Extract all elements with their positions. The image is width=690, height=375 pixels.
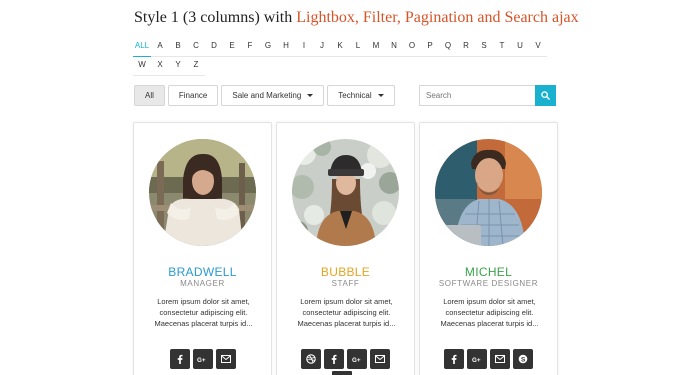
caret-down-icon (307, 94, 314, 97)
facebook-icon[interactable] (324, 349, 344, 369)
title-prefix: Style 1 (3 columns) with (134, 9, 297, 26)
alpha-y[interactable]: Y (169, 58, 187, 76)
alpha-t[interactable]: T (493, 39, 511, 57)
alpha-all[interactable]: ALL (133, 39, 151, 57)
alpha-p[interactable]: P (421, 39, 439, 57)
alpha-n[interactable]: N (385, 39, 403, 57)
alpha-q[interactable]: Q (439, 39, 457, 57)
alpha-r[interactable]: R (457, 39, 475, 57)
team-card[interactable]: MICHEL SOFTWARE DESIGNER Lorem ipsum dol… (419, 122, 558, 375)
social-links: G+ (134, 349, 271, 369)
filter-sales-label: Sale and Marketing (232, 91, 302, 100)
svg-text:S: S (521, 356, 526, 363)
dribbble-icon[interactable] (301, 349, 321, 369)
facebook-icon[interactable] (444, 349, 464, 369)
filter-all-label: All (145, 91, 154, 100)
member-name[interactable]: BRADWELL (134, 265, 271, 279)
alpha-a[interactable]: A (151, 39, 169, 57)
search-icon (541, 91, 550, 100)
pagination-button[interactable] (332, 371, 352, 375)
search-button[interactable] (535, 85, 556, 106)
email-icon[interactable] (370, 349, 390, 369)
email-icon[interactable] (490, 349, 510, 369)
member-description: Lorem ipsum dolor sit amet, consectetur … (154, 297, 253, 328)
category-filters: All Finance Sale and Marketing Technical (134, 85, 395, 106)
alpha-w[interactable]: W (133, 58, 151, 76)
social-links: G+ (277, 349, 414, 369)
alpha-s[interactable]: S (475, 39, 493, 57)
title-highlight: Lightbox, Filter, Pagination and Search … (296, 9, 579, 26)
alpha-o[interactable]: O (403, 39, 421, 57)
google-plus-icon[interactable]: G+ (347, 349, 367, 369)
alpha-u[interactable]: U (511, 39, 529, 57)
alpha-i[interactable]: I (295, 39, 313, 57)
alpha-d[interactable]: D (205, 39, 223, 57)
alpha-k[interactable]: K (331, 39, 349, 57)
team-card[interactable]: BRADWELL MANAGER Lorem ipsum dolor sit a… (133, 122, 272, 375)
alpha-h[interactable]: H (277, 39, 295, 57)
filter-technical-label: Technical (338, 91, 372, 100)
svg-text:G+: G+ (472, 356, 481, 363)
page-title: Style 1 (3 columns) with Lightbox, Filte… (134, 9, 579, 27)
alpha-g[interactable]: G (259, 39, 277, 57)
svg-text:G+: G+ (197, 356, 206, 363)
alpha-x[interactable]: X (151, 58, 169, 76)
member-role: STAFF (331, 279, 360, 288)
email-icon[interactable] (215, 349, 236, 369)
search-box (419, 85, 556, 106)
alpha-f[interactable]: F (241, 39, 259, 57)
member-description: Lorem ipsum dolor sit amet, consectetur … (297, 297, 396, 328)
filter-finance-label: Finance (178, 91, 208, 100)
member-role: SOFTWARE DESIGNER (438, 279, 539, 288)
google-plus-icon[interactable]: G+ (467, 349, 487, 369)
google-plus-icon[interactable]: G+ (192, 349, 213, 369)
filter-sales-dropdown[interactable]: Sale and Marketing (221, 85, 325, 106)
member-role: MANAGER (180, 279, 225, 288)
alpha-c[interactable]: C (187, 39, 205, 57)
alpha-v[interactable]: V (529, 39, 547, 57)
alpha-z[interactable]: Z (187, 58, 205, 76)
profile-photo[interactable] (292, 139, 399, 246)
filter-finance-button[interactable]: Finance (167, 85, 219, 106)
filter-all-button[interactable]: All (134, 85, 165, 106)
alpha-b[interactable]: B (169, 39, 187, 57)
alpha-e[interactable]: E (223, 39, 241, 57)
profile-photo[interactable] (435, 139, 542, 246)
alpha-l[interactable]: L (349, 39, 367, 57)
social-links: G+ S (420, 349, 557, 369)
member-description: Lorem ipsum dolor sit amet, consectetur … (440, 297, 539, 328)
alpha-m[interactable]: M (367, 39, 385, 57)
skype-icon[interactable]: S (513, 349, 533, 369)
member-name[interactable]: BUBBLE (277, 265, 414, 279)
filter-technical-dropdown[interactable]: Technical (327, 85, 395, 106)
alphabet-filter: ALL A B C D E F G H I J K L M N O P Q R … (133, 39, 553, 77)
caret-down-icon (377, 94, 384, 97)
profile-photo[interactable] (149, 139, 256, 246)
alpha-j[interactable]: J (313, 39, 331, 57)
member-name[interactable]: MICHEL (420, 265, 557, 279)
team-card[interactable]: BUBBLE STAFF Lorem ipsum dolor sit amet,… (276, 122, 415, 375)
facebook-icon[interactable] (169, 349, 190, 369)
search-input[interactable] (419, 85, 535, 106)
svg-text:G+: G+ (352, 356, 361, 363)
